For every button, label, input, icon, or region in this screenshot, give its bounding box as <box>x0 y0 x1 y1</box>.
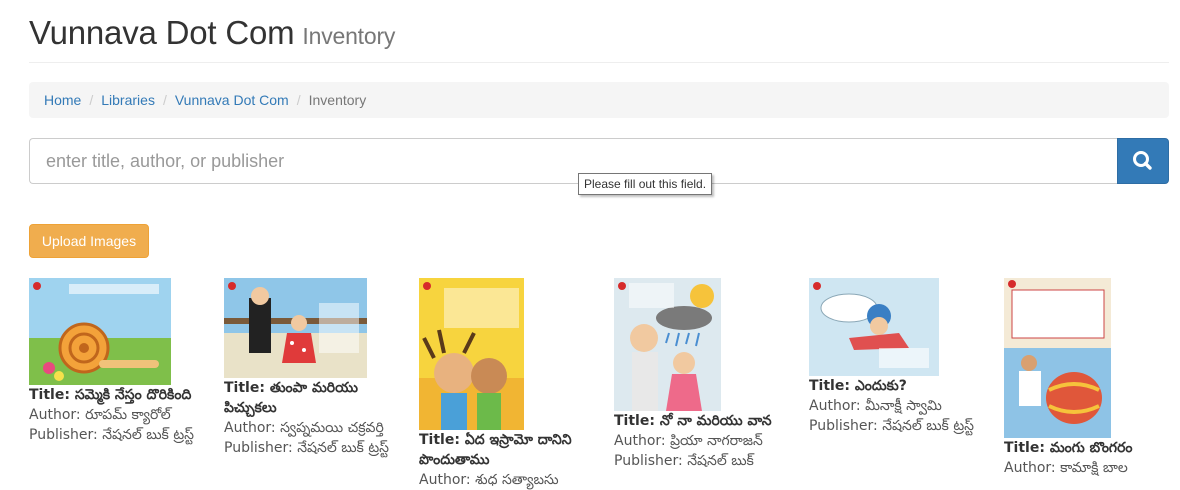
book-publisher: Publisher: నేషనల్ బుక్ <box>614 451 784 471</box>
author-label: Author: <box>419 472 471 488</box>
breadcrumb-libraries[interactable]: Libraries <box>101 92 155 108</box>
book-author-text: రూపమ్ క్యారోల్ <box>85 407 171 423</box>
book-publisher: Publisher: నేషనల్ బుక్ ట్రస్ట్ <box>29 425 199 445</box>
author-label: Author: <box>809 398 861 414</box>
book-publisher: Publisher: నేషనల్ బుక్ ట్రస్ట్ <box>809 416 979 436</box>
book-author-text: ప్రియా నాగరాజన్ <box>670 433 763 449</box>
book-cover-image[interactable] <box>1004 278 1111 438</box>
breadcrumb-separator: / <box>162 92 167 108</box>
book-title[interactable]: Title: మంగు బొంగరం <box>1004 438 1174 458</box>
book-publisher-text: నేషనల్ బుక్ ట్రస్ట్ <box>102 427 194 443</box>
book-title-text: సమ్మెకి నేస్తం దొరికింది <box>74 387 192 403</box>
title-label: Title: <box>1004 440 1045 456</box>
book-cover-image[interactable] <box>29 278 171 385</box>
site-title: Vunnava Dot Com <box>29 14 295 51</box>
breadcrumb: Home / Libraries / Vunnava Dot Com / Inventory <box>29 82 1169 118</box>
author-label: Author: <box>29 407 81 423</box>
book-publisher-text: నేషనల్ బుక్ <box>687 453 754 469</box>
book-author-text: కామాక్షి బాల <box>1060 460 1128 476</box>
breadcrumb-separator: / <box>296 92 301 108</box>
book-card[interactable]: Title: ఏద ఇస్రామో దానిని పొందుతాము Autho… <box>419 278 589 490</box>
search-icon <box>1133 151 1152 170</box>
book-card[interactable]: Title: సమ్మెకి నేస్తం దొరికింది Author: … <box>29 278 199 445</box>
book-cover-image[interactable] <box>809 278 939 376</box>
book-title[interactable]: Title: ఏద ఇస్రామో దానిని పొందుతాము <box>419 430 589 470</box>
author-label: Author: <box>614 433 666 449</box>
author-label: Author: <box>1004 460 1056 476</box>
search-input[interactable]: enter title, author, or publisher <box>29 138 1117 184</box>
page-title: Vunnava Dot Com Inventory <box>29 14 395 52</box>
book-author-text: శుధ సత్యాబసు <box>475 472 559 488</box>
author-label: Author: <box>224 420 276 436</box>
book-title[interactable]: Title: నో నా మరియు వాన <box>614 411 784 431</box>
book-title-text: నో నా మరియు వాన <box>659 413 772 429</box>
book-author-text: స్వప్నమయి చక్రవర్తి <box>280 420 384 436</box>
search-button[interactable] <box>1117 138 1169 184</box>
book-card[interactable]: Title: తుంపా మరియు పిచ్చుకలు Author: స్వ… <box>224 278 394 458</box>
book-publisher: Publisher: నేషనల్ బుక్ ట్రస్ట్ <box>224 438 394 458</box>
book-title-text: మంగు బొంగరం <box>1049 440 1133 456</box>
publisher-label: Publisher: <box>29 427 98 443</box>
book-title[interactable]: Title: సమ్మెకి నేస్తం దొరికింది <box>29 385 199 405</box>
publisher-label: Publisher: <box>809 418 878 434</box>
upload-images-button[interactable]: Upload Images <box>29 224 149 258</box>
book-author: Author: శుధ సత్యాబసు <box>419 470 589 490</box>
book-title-text: ఎందుకు? <box>854 378 907 394</box>
book-author: Author: ప్రియా నాగరాజన్ <box>614 431 784 451</box>
book-author: Author: రూపమ్ క్యారోల్ <box>29 405 199 425</box>
book-card[interactable]: Title: ఎందుకు? Author: మీనాక్షీ స్వామి P… <box>809 278 979 436</box>
book-author: Author: మీనాక్షీ స్వామి <box>809 396 979 416</box>
book-title[interactable]: Title: తుంపా మరియు పిచ్చుకలు <box>224 378 394 418</box>
book-card[interactable]: Title: నో నా మరియు వాన Author: ప్రియా నా… <box>614 278 784 471</box>
publisher-label: Publisher: <box>224 440 293 456</box>
title-label: Title: <box>809 378 850 394</box>
book-publisher-text: నేషనల్ బుక్ ట్రస్ట్ <box>882 418 974 434</box>
title-label: Title: <box>419 432 460 448</box>
book-author-text: మీనాక్షీ స్వామి <box>865 398 942 414</box>
book-cover-image[interactable] <box>224 278 367 378</box>
book-title[interactable]: Title: ఎందుకు? <box>809 376 979 396</box>
book-cover-image[interactable] <box>419 278 524 430</box>
book-author: Author: స్వప్నమయి చక్రవర్తి <box>224 418 394 438</box>
breadcrumb-library[interactable]: Vunnava Dot Com <box>175 92 289 108</box>
breadcrumb-current: Inventory <box>308 92 367 108</box>
title-label: Title: <box>614 413 655 429</box>
book-author: Author: కామాక్షి బాల <box>1004 458 1174 478</box>
breadcrumb-home[interactable]: Home <box>44 92 81 108</box>
title-label: Title: <box>29 387 70 403</box>
breadcrumb-separator: / <box>89 92 94 108</box>
page-subtitle: Inventory <box>302 23 396 49</box>
validation-tooltip: Please fill out this field. <box>578 173 713 195</box>
page-header: Vunnava Dot Com Inventory <box>29 10 1169 63</box>
book-publisher-text: నేషనల్ బుక్ ట్రస్ట్ <box>297 440 389 456</box>
title-label: Title: <box>224 380 265 396</box>
book-cover-image[interactable] <box>614 278 721 411</box>
book-card[interactable]: Title: మంగు బొంగరం Author: కామాక్షి బాల <box>1004 278 1174 478</box>
publisher-label: Publisher: <box>614 453 683 469</box>
